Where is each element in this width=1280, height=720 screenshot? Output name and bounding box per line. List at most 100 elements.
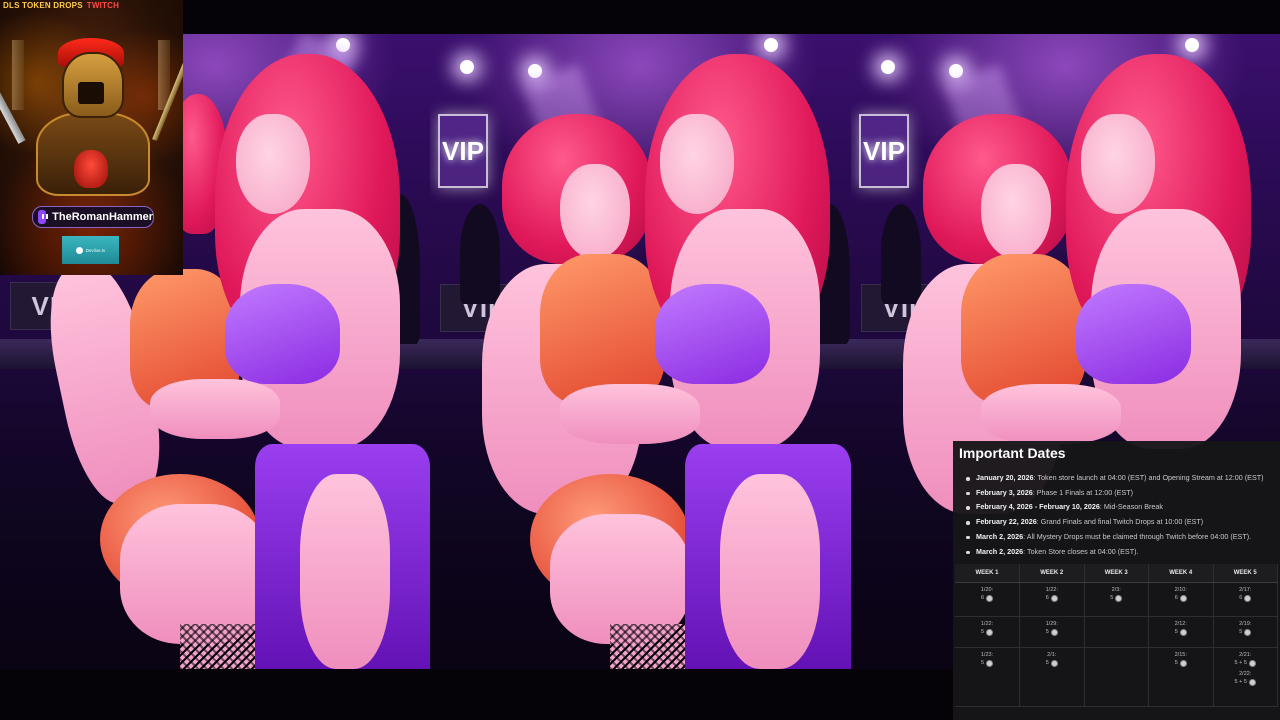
- token-icon: [1248, 659, 1256, 667]
- figure-hands: [560, 384, 700, 444]
- drop-amount-value: 5: [1045, 629, 1049, 635]
- drop-amount: 6: [1046, 594, 1058, 602]
- drop-amount-value: 5: [1174, 660, 1178, 666]
- figure-face: [236, 114, 310, 214]
- channel-handle-pill[interactable]: TheRomanHammer: [32, 206, 154, 228]
- drop-entry: 1/23: 5: [955, 651, 1019, 667]
- token-icon: [1115, 594, 1123, 602]
- table-cell: 1/29: 5: [1019, 616, 1085, 648]
- drop-amount: 5: [1239, 628, 1252, 636]
- skull-emblem-icon: [74, 150, 108, 188]
- drop-amount: 5: [980, 628, 994, 636]
- drop-entry: 2/1: 5: [1020, 651, 1084, 667]
- token-icon: [986, 628, 994, 636]
- drop-amount-value: 5: [980, 660, 985, 666]
- table-cell: 2/3: 5: [1084, 582, 1149, 617]
- drop-date: 2/22:: [1239, 671, 1252, 677]
- token-icon: [1050, 659, 1058, 667]
- date-item-text: : Token store launch at 04:00 (EST) and …: [1033, 473, 1264, 482]
- vip-neon-sign: VIP: [438, 114, 488, 188]
- important-dates-list: January 20, 2026: Token store launch at …: [966, 471, 1278, 559]
- drop-entry: 2/15: 5: [1149, 651, 1213, 667]
- drop-amount: 5: [1046, 628, 1058, 636]
- twitch-icon: [38, 210, 49, 224]
- drop-date: 1/22:: [1045, 587, 1058, 593]
- drop-date: 2/17:: [1239, 587, 1252, 593]
- table-cell: 1/20: 6: [955, 582, 1020, 617]
- drop-amount: 6: [1239, 594, 1252, 602]
- drop-amount-value: 6: [1174, 595, 1178, 601]
- week-header: WEEK 5: [1213, 564, 1278, 583]
- drop-amount-value: 6: [1239, 595, 1243, 601]
- figure-leg: [120, 504, 270, 644]
- token-icon: [1050, 628, 1058, 636]
- date-item-date: January 20, 2026: [976, 473, 1034, 482]
- table-cell: 1/22: 6: [1019, 582, 1085, 617]
- drop-date: 2/19:: [1239, 621, 1252, 627]
- token-icon: [1248, 678, 1256, 686]
- figure-face: [660, 114, 734, 214]
- table-cell: 1/22: 5: [955, 616, 1020, 648]
- week-header: WEEK 3: [1084, 564, 1149, 583]
- drop-amount: 5: [1175, 659, 1187, 667]
- token-icon: [986, 659, 994, 667]
- drop-date: 2/21:: [1239, 652, 1252, 658]
- drop-amount: 5: [1175, 628, 1187, 636]
- figure-top: [225, 284, 340, 384]
- date-item: January 20, 2026: Token store launch at …: [966, 471, 1278, 486]
- dlv-badge-text: Devlive.tv: [85, 247, 106, 253]
- drop-entry: 2/17: 6: [1214, 586, 1278, 602]
- date-item: March 2, 2026: All Mystery Drops must be…: [966, 530, 1278, 545]
- drop-entry: 1/20: 6: [955, 586, 1019, 602]
- figure-top: [961, 254, 1086, 404]
- stage-light: [460, 60, 474, 74]
- drop-date: 2/15:: [1174, 652, 1187, 658]
- crowd-silhouette: [460, 204, 500, 304]
- table-cell: 2/21: 5 + 5 2/22: 5 + 5: [1213, 647, 1278, 707]
- table-cell: 2/15: 5: [1148, 647, 1214, 707]
- dlv-badge[interactable]: Devlive.tv: [62, 236, 119, 264]
- figure-leg: [720, 474, 820, 669]
- stage-light: [528, 64, 542, 78]
- drop-date: 2/10:: [1174, 587, 1187, 593]
- drop-amount-value: 5: [980, 629, 985, 635]
- stage-light: [881, 60, 895, 74]
- date-item-date: February 22, 2026: [976, 517, 1037, 527]
- drop-amount: 5: [1046, 659, 1058, 667]
- drop-date: 2/1:: [1047, 652, 1057, 658]
- table-cell: 2/10: 6: [1148, 582, 1214, 617]
- figure-face: [1081, 114, 1155, 214]
- date-item-text: : Mid-Season Break: [1099, 502, 1163, 512]
- drop-entry: 2/10: 6: [1149, 586, 1213, 602]
- drop-entry: 2/19: 5: [1214, 620, 1278, 636]
- date-item-date: March 2, 2026: [976, 546, 1024, 556]
- date-item-date: February 3, 2026: [976, 487, 1033, 497]
- drop-amount-value: 5: [1239, 629, 1243, 635]
- table-cell: 1/23: 5: [955, 647, 1020, 707]
- week-header: WEEK 2: [1019, 564, 1085, 583]
- token-icon: [1244, 628, 1252, 636]
- token-icon: [1050, 594, 1058, 602]
- week-header: WEEK 1: [955, 564, 1020, 583]
- date-item-text: : Phase 1 Finals at 12:00 (EST): [1032, 487, 1134, 497]
- channel-handle: TheRomanHammer: [52, 211, 153, 223]
- drop-amount: 5 + 5: [1235, 678, 1256, 686]
- video-panel-center: VIP VIP: [430, 34, 851, 669]
- table-cell: 2/19: 5: [1213, 616, 1278, 648]
- figure-top: [540, 254, 665, 404]
- stage-light: [1185, 38, 1199, 52]
- date-item-text: : All Mystery Drops must be claimed thro…: [1023, 531, 1252, 541]
- token-icon: [986, 594, 994, 602]
- date-item: February 3, 2026: Phase 1 Finals at 12:0…: [966, 486, 1278, 501]
- helmet-visor: [78, 82, 104, 104]
- figure-face: [560, 164, 630, 259]
- drop-amount: 5: [980, 659, 994, 667]
- figure-hands: [981, 384, 1121, 444]
- channel-branding-card: DLS TOKEN DROPS TWITCH TheRomanHammer Dev…: [0, 0, 183, 275]
- token-icon: [1179, 628, 1187, 636]
- drop-amount-value: 5: [1045, 660, 1049, 666]
- date-item-text: : Token Store closes at 04:00 (EST).: [1023, 546, 1139, 556]
- date-item: February 22, 2026: Grand Finals and fina…: [966, 515, 1278, 530]
- table-row: 1/22: 5 1/29: 5 2/12: 5 2/19: 5: [955, 616, 1278, 648]
- drop-amount: 6: [981, 594, 994, 602]
